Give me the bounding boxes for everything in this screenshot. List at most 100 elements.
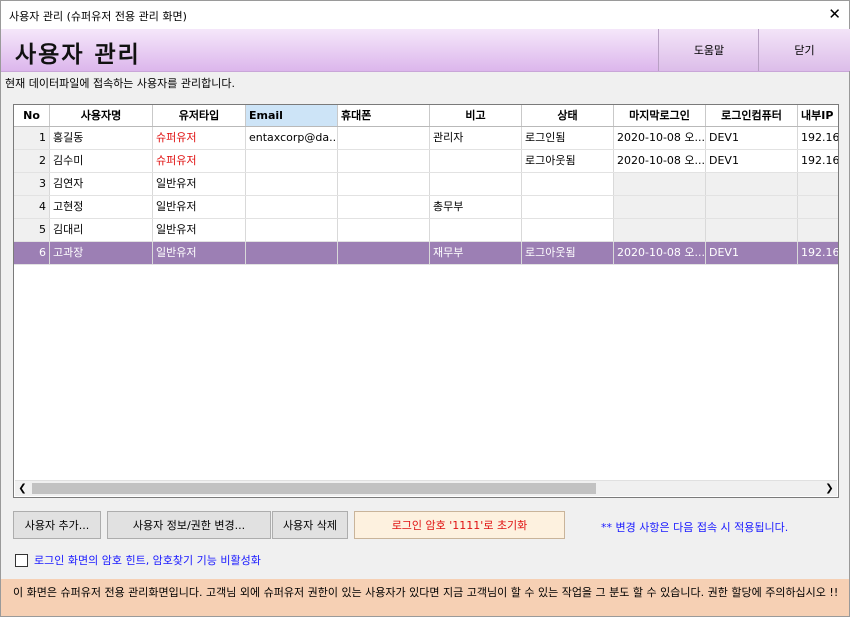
table-cell-phone[interactable]: [338, 150, 430, 172]
scroll-right-icon[interactable]: ❯: [822, 481, 837, 496]
table-cell-name[interactable]: 김대리: [50, 219, 153, 241]
table-cell-status[interactable]: [522, 219, 614, 241]
table-cell-type[interactable]: 슈퍼유저: [153, 150, 246, 172]
column-header[interactable]: 마지막로그인: [614, 105, 706, 126]
table-cell-phone[interactable]: [338, 127, 430, 149]
scrollbar-thumb[interactable]: [32, 483, 596, 494]
warning-footer: 이 화면은 슈퍼유저 전용 관리화면입니다. 고객님 외에 슈퍼유저 권한이 있…: [1, 579, 849, 616]
table-cell-status[interactable]: 로그아웃됨: [522, 150, 614, 172]
table-cell-ip[interactable]: 192.168: [798, 150, 838, 172]
table-cell-name[interactable]: 김수미: [50, 150, 153, 172]
disable-hint-checkbox[interactable]: 로그인 화면의 암호 힌트, 암호찾기 기능 비활성화: [15, 552, 261, 568]
table-cell-note[interactable]: 총무부: [430, 196, 522, 218]
table-cell-type[interactable]: 일반유저: [153, 219, 246, 241]
add-user-button[interactable]: 사용자 추가...: [13, 511, 101, 539]
table-cell-last[interactable]: [614, 196, 706, 218]
table-cell-type[interactable]: 일반유저: [153, 173, 246, 195]
table-cell-note[interactable]: [430, 173, 522, 195]
table-cell-status[interactable]: [522, 196, 614, 218]
table-cell-phone[interactable]: [338, 196, 430, 218]
table-cell-email[interactable]: entaxcorp@da...: [246, 127, 338, 149]
table-cell-pc[interactable]: DEV1: [706, 150, 798, 172]
users-grid[interactable]: No 사용자명 유저타입 Email 휴대폰 비고 상태 마지막로그인 로그인컴…: [13, 104, 839, 498]
table-cell-note[interactable]: 관리자: [430, 127, 522, 149]
horizontal-scrollbar[interactable]: ❮ ❯: [15, 480, 837, 496]
footer-warning-text: 이 화면은 슈퍼유저 전용 관리화면입니다. 고객님 외에 슈퍼유저 권한이 있…: [13, 586, 839, 599]
table-cell-type[interactable]: 슈퍼유저: [153, 127, 246, 149]
table-cell-pc[interactable]: [706, 173, 798, 195]
column-header-email[interactable]: Email: [246, 105, 338, 126]
column-header[interactable]: 로그인컴퓨터: [706, 105, 798, 126]
user-management-window: 사용자 관리 (슈퍼유저 전용 관리 화면) ✕ 사용자 관리 도움말 닫기 현…: [0, 0, 850, 617]
column-header[interactable]: No: [14, 105, 50, 126]
notice-text: ** 변경 사항은 다음 접속 시 적용됩니다.: [601, 521, 789, 534]
table-row[interactable]: 1 홍길동 슈퍼유저 entaxcorp@da... 관리자 로그인됨 2020-10-08…: [14, 127, 838, 150]
table-cell-last[interactable]: 2020-10-08 오...: [614, 150, 706, 172]
page-header: 사용자 관리 도움말 닫기: [1, 29, 850, 72]
checkbox-label[interactable]: 로그인 화면의 암호 힌트, 암호찾기 기능 비활성화: [34, 552, 261, 568]
table-cell-email[interactable]: [246, 173, 338, 195]
table-cell-email[interactable]: [246, 242, 338, 264]
title-bar: 사용자 관리 (슈퍼유저 전용 관리 화면) ✕: [1, 1, 849, 29]
reset-password-button[interactable]: 로그인 암호 '1111'로 초기화: [354, 511, 565, 539]
table-cell-type[interactable]: 일반유저: [153, 196, 246, 218]
table-cell-status[interactable]: [522, 173, 614, 195]
table-cell-phone[interactable]: [338, 173, 430, 195]
column-header[interactable]: 사용자명: [50, 105, 153, 126]
table-cell-ip[interactable]: 192.168: [798, 127, 838, 149]
edit-user-button[interactable]: 사용자 정보/권한 변경...: [107, 511, 271, 539]
scroll-left-icon[interactable]: ❮: [15, 481, 30, 496]
table-cell-name[interactable]: 고현정: [50, 196, 153, 218]
table-cell-type[interactable]: 일반유저: [153, 242, 246, 264]
table-cell-last[interactable]: [614, 219, 706, 241]
page-description: 현재 데이터파일에 접속하는 사용자를 관리합니다.: [5, 77, 236, 90]
table-cell-name[interactable]: 홍길동: [50, 127, 153, 149]
table-cell-phone[interactable]: [338, 242, 430, 264]
table-cell-name[interactable]: 고과장: [50, 242, 153, 264]
table-cell-no[interactable]: 1: [14, 127, 50, 149]
column-header[interactable]: 상태: [522, 105, 614, 126]
table-cell-email[interactable]: [246, 150, 338, 172]
table-cell-ip[interactable]: [798, 196, 838, 218]
table-cell-phone[interactable]: [338, 219, 430, 241]
grid-header: No 사용자명 유저타입 Email 휴대폰 비고 상태 마지막로그인 로그인컴…: [14, 105, 838, 127]
table-cell-no[interactable]: 2: [14, 150, 50, 172]
table-cell-no[interactable]: 4: [14, 196, 50, 218]
table-row[interactable]: 4 고현정 일반유저 총무부: [14, 196, 838, 219]
table-cell-pc[interactable]: DEV1: [706, 127, 798, 149]
table-cell-ip[interactable]: [798, 219, 838, 241]
table-cell-last[interactable]: 2020-10-08 오...: [614, 242, 706, 264]
table-row[interactable]: 2김수미슈퍼유저 로그아웃됨2020-10-08 오...DEV1192.168: [14, 150, 838, 173]
close-icon[interactable]: ✕: [828, 5, 841, 23]
table-cell-note[interactable]: [430, 150, 522, 172]
table-cell-email[interactable]: [246, 219, 338, 241]
table-cell-pc[interactable]: [706, 219, 798, 241]
table-cell-no[interactable]: 5: [14, 219, 50, 241]
table-row[interactable]: 3 김연자 일반유저: [14, 173, 838, 196]
table-row[interactable]: 5 김대리 일반유저: [14, 219, 838, 242]
table-cell-ip[interactable]: 192.168: [798, 242, 838, 264]
table-cell-status[interactable]: 로그아웃됨: [522, 242, 614, 264]
table-cell-status[interactable]: 로그인됨: [522, 127, 614, 149]
table-cell-pc[interactable]: DEV1: [706, 242, 798, 264]
table-cell-no[interactable]: 6: [14, 242, 50, 264]
table-cell-name[interactable]: 김연자: [50, 173, 153, 195]
close-button[interactable]: 닫기: [758, 29, 850, 71]
table-cell-note[interactable]: [430, 219, 522, 241]
table-cell-email[interactable]: [246, 196, 338, 218]
help-button[interactable]: 도움말: [658, 29, 759, 71]
checkbox-box[interactable]: [15, 553, 28, 567]
table-row[interactable]: 6 고과장 일반유저 재무부 로그아웃됨 2020-10-08 오... DEV1 192.1…: [14, 242, 838, 265]
column-header[interactable]: 유저타입: [153, 105, 246, 126]
column-header[interactable]: 내부IP: [798, 105, 838, 126]
column-header[interactable]: 비고: [430, 105, 522, 126]
column-header[interactable]: 휴대폰: [338, 105, 430, 126]
table-cell-no[interactable]: 3: [14, 173, 50, 195]
table-cell-last[interactable]: 2020-10-08 오...: [614, 127, 706, 149]
page-title: 사용자 관리: [15, 42, 141, 68]
table-cell-pc[interactable]: [706, 196, 798, 218]
table-cell-last[interactable]: [614, 173, 706, 195]
table-cell-ip[interactable]: [798, 173, 838, 195]
table-cell-note[interactable]: 재무부: [430, 242, 522, 264]
delete-user-button[interactable]: 사용자 삭제: [272, 511, 348, 539]
